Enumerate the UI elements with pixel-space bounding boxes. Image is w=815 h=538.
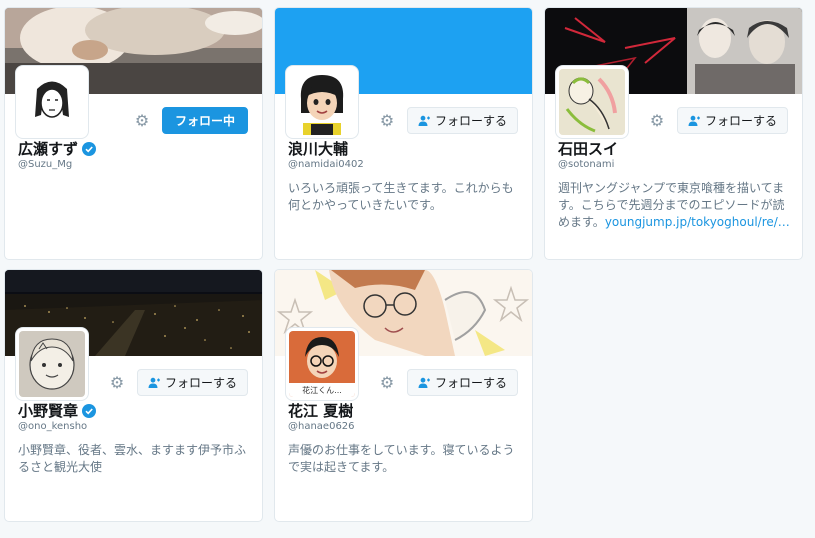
profile-name[interactable]: 石田スイ [558,138,618,159]
avatar-image [19,331,85,397]
avatar-image [289,69,355,135]
avatar-caption: 花江くん... [302,385,342,395]
screen-name[interactable]: @namidai0402 [288,159,364,170]
following-button[interactable]: フォロー中 [162,107,248,134]
profile-card: ⚙ フォロー中 広瀬すず @Suzu_Mg [4,7,263,260]
gear-icon[interactable]: ⚙ [379,374,395,391]
following-button-label: フォロー中 [174,114,235,128]
avatar-image: 花江くん... [289,331,355,397]
profile-bio: いろいろ頑張って生きてます。これからも何とかやっていきたいです。 [288,181,514,212]
person-add-icon [148,377,160,388]
card-actions: ⚙ フォローする [379,369,518,396]
follow-button[interactable]: フォローする [676,107,788,134]
follow-button-label: フォローする [434,376,507,390]
follow-button[interactable]: フォローする [406,107,518,134]
person-add-icon [688,115,700,126]
verified-badge-icon [82,141,97,156]
card-actions: ⚙ フォローする [649,107,788,134]
gear-icon[interactable]: ⚙ [109,374,125,391]
screen-name[interactable]: @hanae0626 [288,421,355,432]
display-name[interactable]: 石田スイ [558,138,618,159]
gear-icon[interactable]: ⚙ [134,112,150,129]
avatar[interactable] [16,66,88,138]
profile-card: ⚙ フォローする 小野賢章 @ono_kensho 小野賢章、役者、雲水、ますま… [4,269,263,522]
bio-link[interactable]: youngjump.jp/tokyoghoul/re/… [605,215,790,229]
profile-bio: 週刊ヤングジャンプで東京喰種を描いてます。こちらで先週分までのエピソードが読めま… [558,180,790,231]
profile-name[interactable]: 花江 夏樹 [288,400,353,421]
avatar[interactable] [16,328,88,400]
profile-card: 花江くん... ⚙ フォローする 花江 夏樹 @hanae0626 声優のお仕事… [274,269,533,522]
profile-name[interactable]: 小野賢章 [18,400,97,421]
card-actions: ⚙ フォローする [109,369,248,396]
card-actions: ⚙ フォローする [379,107,518,134]
follow-button-label: フォローする [164,376,237,390]
follow-button-label: フォローする [434,114,507,128]
profile-bio: 小野賢章、役者、雲水、ますます伊予市ふるさと観光大使 [18,443,247,474]
avatar-image [559,69,625,135]
display-name[interactable]: 花江 夏樹 [288,400,353,421]
card-actions: ⚙ フォロー中 [134,107,248,134]
screen-name[interactable]: @ono_kensho [18,421,87,432]
screen-name[interactable]: @sotonami [558,159,614,170]
profile-name[interactable]: 広瀬すず [18,138,97,159]
person-add-icon [418,377,430,388]
display-name[interactable]: 小野賢章 [18,400,78,421]
display-name[interactable]: 広瀬すず [18,138,78,159]
person-add-icon [418,115,430,126]
profile-name[interactable]: 浪川大輔 [288,138,348,159]
follow-button[interactable]: フォローする [136,369,248,396]
gear-icon[interactable]: ⚙ [649,112,665,129]
profile-card: ⚙ フォローする 浪川大輔 @namidai0402 いろいろ頑張って生きてます… [274,7,533,260]
avatar[interactable] [286,66,358,138]
screen-name[interactable]: @Suzu_Mg [18,159,72,170]
gear-icon[interactable]: ⚙ [379,112,395,129]
profile-bio: 声優のお仕事をしています。寝ているようで実は起きてます。 [288,443,515,474]
display-name[interactable]: 浪川大輔 [288,138,348,159]
follow-button[interactable]: フォローする [406,369,518,396]
follow-button-label: フォローする [704,114,777,128]
profile-card: ⚙ フォローする 石田スイ @sotonami 週刊ヤングジャンプで東京喰種を描… [544,7,803,260]
verified-badge-icon [82,403,97,418]
avatar[interactable]: 花江くん... [286,328,358,400]
avatar[interactable] [556,66,628,138]
avatar-image [19,69,85,135]
